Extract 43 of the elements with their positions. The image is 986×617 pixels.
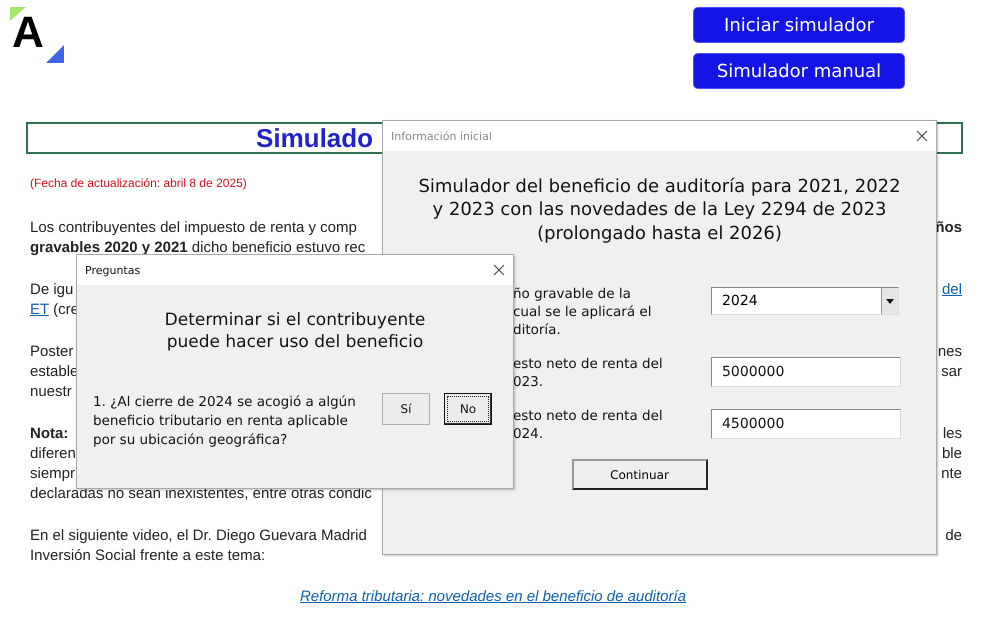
input-field[interactable]: 4500000 xyxy=(711,409,901,440)
paragraph-text: Poster xyxy=(30,342,74,362)
text-link[interactable]: del xyxy=(942,280,962,300)
paragraph-text: nte xyxy=(941,464,962,484)
paragraph-text: Inversión Social frente a este tema: xyxy=(30,546,266,566)
year-dropdown[interactable]: 2024 xyxy=(711,287,899,316)
field-label: ño gravable de la cual se le aplicará el ditoría. xyxy=(513,285,652,340)
answer-button[interactable]: No xyxy=(444,393,492,426)
paragraph-text: Nota: xyxy=(30,424,68,444)
field-label: esto neto de renta del 024. xyxy=(513,407,664,444)
paragraph-text: diferen xyxy=(30,444,76,464)
paragraph-text: En el siguiente video, el Dr. Diego Guevara Madrid xyxy=(30,526,367,546)
question-text: 1. ¿Al cierre de 2024 se acogió a algún beneficio tributario en renta aplicable por su ubicación geográfica? xyxy=(93,393,357,450)
text-link[interactable]: ET xyxy=(30,301,49,318)
paragraph-text: ños xyxy=(935,218,962,238)
paragraph-text: siempr xyxy=(30,464,76,484)
paragraph-text: les xyxy=(942,424,962,444)
update-date: (Fecha de actualización: abril 8 de 2025) xyxy=(30,176,247,190)
caret-icon xyxy=(886,298,894,304)
paragraph-text: sar xyxy=(941,362,962,382)
simulator-button[interactable]: Simulador manual xyxy=(693,53,905,89)
paragraph-text: nuestr xyxy=(30,382,72,402)
paragraph-text: de xyxy=(945,526,962,546)
close-icon[interactable] xyxy=(493,264,505,276)
paragraph-text: Los contribuyentes del impuesto de renta y comp xyxy=(30,218,357,238)
answer-button[interactable]: Sí xyxy=(382,393,430,426)
logo: A xyxy=(10,7,64,63)
continue-button[interactable]: Continuar xyxy=(572,459,708,490)
dialog-title: Información inicial xyxy=(391,130,492,142)
paragraph-text: ble xyxy=(942,444,962,464)
paragraph-text: nes xyxy=(938,342,962,362)
video-link[interactable]: Reforma tributaria: novedades en el beneficio de auditoría xyxy=(300,588,686,605)
dialog-heading: Determinar si el contribuyente puede hacer uso del beneficio xyxy=(164,309,426,354)
input-field[interactable]: 5000000 xyxy=(711,357,901,388)
paragraph-text: De igu xyxy=(30,280,74,300)
paragraph-text: declaradas no sean inexistentes, entre otras condic xyxy=(30,484,372,504)
dialog-heading: Simulador del beneficio de auditoría para 2021, 2022 y 2023 con las novedades de la Ley 2294 de 2023 (prolongado hasta el 2026) xyxy=(418,175,901,246)
field-label: esto neto de renta del 023. xyxy=(513,355,664,392)
dialog-title: Preguntas xyxy=(85,264,140,276)
simulator-button[interactable]: Iniciar simulador xyxy=(693,7,905,43)
page-title: Simulado xyxy=(256,122,374,154)
close-icon[interactable] xyxy=(916,130,928,142)
paragraph-text: estable xyxy=(30,362,78,382)
